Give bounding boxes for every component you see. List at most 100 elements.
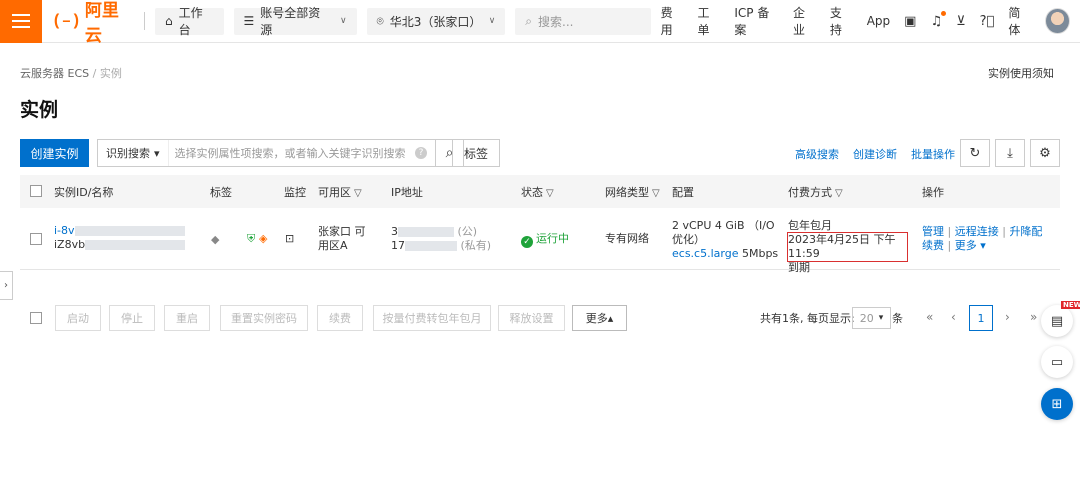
create-diagnosis-link[interactable]: 创建诊断 [853,146,897,162]
col-ip: IP地址 [391,186,423,199]
language-switch[interactable]: 简体 [1008,4,1031,38]
chevron-right-icon: › [4,280,8,291]
reset-password-button[interactable]: 重置实例密码 [220,305,308,331]
breadcrumb-ecs[interactable]: 云服务器 ECS [20,67,89,80]
resize-link[interactable]: 升降配 [1009,225,1042,238]
release-settings-button[interactable]: 释放设置 [498,305,565,331]
help-circle-icon[interactable]: ? [415,147,427,159]
terminal-icon[interactable]: ▣ [904,14,916,29]
instance-type-link[interactable]: ecs.c5.large [672,247,738,260]
caret-down-icon: ▾ [154,146,160,160]
download-button[interactable]: ⤓ [995,139,1025,167]
masked-id [74,226,185,236]
search-type-select[interactable]: 识别搜索 ▾ [98,140,169,166]
refresh-button[interactable]: ↻ [960,139,990,167]
nav-support[interactable]: 支持 [830,4,853,38]
status-badge: ✓ 运行中 [521,232,569,248]
security-center-icon[interactable]: ◈ [259,232,267,246]
status-text: 运行中 [536,232,569,245]
list-icon: ☰ [243,14,255,28]
renew-button[interactable]: 续费 [317,305,363,331]
workbench-button[interactable]: ⌂ 工作台 [154,6,224,37]
public-ip: 3 [391,225,398,238]
nav-app[interactable]: App [867,14,890,28]
stop-button[interactable]: 停止 [109,305,155,331]
convert-billing-button[interactable]: 按量付费转包年包月 [373,305,491,331]
more-actions-link[interactable]: 更多 ▾ [955,239,986,252]
tag-filter-button[interactable]: 标签 [452,139,500,167]
nav-fees[interactable]: 费用 [661,4,684,38]
page-size-select[interactable]: 20 ▾ [852,307,891,329]
private-ip: 17 [391,239,405,252]
tag-icon[interactable]: ◆ [211,233,219,247]
resource-scope-dropdown[interactable]: ☰ 账号全部资源 ∨ [233,6,357,37]
monitor-chart-icon[interactable]: ⊡ [285,232,294,246]
help-icon[interactable]: ?⃝ [980,14,995,29]
batch-operation-link[interactable]: 批量操作 [911,146,955,162]
select-all-bottom-checkbox[interactable] [30,312,42,324]
col-config: 配置 [672,186,694,199]
col-zone[interactable]: 可用区 ▽ [318,184,362,200]
cart-icon[interactable]: ⊻ [956,14,966,29]
config-spec: 2 vCPU 4 GiB （I/O优化） [672,219,775,246]
more-bulk-label: 更多 [585,312,608,325]
top-navbar: (–) 阿里云 ⌂ 工作台 ☰ 账号全部资源 ∨ ⌾ 华北3（张家口） ∨ ⌕ … [0,0,1080,46]
bell-icon[interactable]: ♫ [930,10,947,29]
config-cell: 2 vCPU 4 GiB （I/O优化） ecs.c5.large 5Mbps [672,219,782,261]
next-page-icon[interactable]: › [1005,310,1010,324]
more-bulk-button[interactable]: 更多 ▴ [572,305,627,331]
search-type-label: 识别搜索 [106,147,150,160]
masked-ip [398,227,454,237]
start-button[interactable]: 启动 [55,305,101,331]
aliyun-logo[interactable]: (–) 阿里云 [52,0,134,46]
select-all-checkbox[interactable] [30,185,42,197]
breadcrumb: 云服务器 ECS / 实例 [20,65,122,81]
region-label: 华北3（张家口） [389,14,482,29]
advanced-search-link[interactable]: 高级搜索 [795,146,839,162]
region-dropdown[interactable]: ⌾ 华北3（张家口） ∨ [366,7,506,35]
expire-suffix: 到期 [788,261,810,274]
hamburger-menu-button[interactable] [0,0,43,43]
shield-icon[interactable]: ⛨ [247,232,255,246]
manage-link[interactable]: 管理 [922,225,944,238]
prev-page-icon[interactable]: ‹ [951,310,956,324]
notification-dot [941,10,947,16]
logo-text: 阿里云 [84,1,119,46]
sidebar-expand-tab[interactable]: › [0,271,13,300]
last-page-icon[interactable]: » [1030,310,1037,324]
filter-icon: ▽ [652,188,660,199]
bulk-action-bar: 启动 停止 重启 重置实例密码 续费 按量付费转包年包月 释放设置 更多 ▴ 共有… [20,305,1060,331]
remote-connect-link[interactable]: 远程连接 [955,225,999,238]
col-status[interactable]: 状态 ▽ [521,184,554,200]
app-grid-button[interactable]: ⊞ [1041,388,1073,420]
chevron-down-icon: ∨ [339,16,347,26]
feedback-button[interactable]: ▭ [1041,346,1073,378]
row-checkbox[interactable] [30,233,42,245]
col-network-type[interactable]: 网络类型 ▽ [605,184,660,200]
nav-icp[interactable]: ICP 备案 [734,4,779,38]
table-row: i-8v iZ8vb ◆ ⛨ ◈ ⊡ 张家口 可用区A 3 (公) 17 (私有… [20,208,1060,274]
nav-enterprise[interactable]: 企业 [793,4,816,38]
nav-tickets[interactable]: 工单 [698,4,721,38]
first-page-icon[interactable]: « [926,310,933,324]
workbench-label: 工作台 [178,6,203,37]
col-monitor: 监控 [284,186,306,199]
whats-new-button[interactable]: ▤ [1041,305,1073,337]
instance-notice-link[interactable]: 实例使用须知 [988,65,1054,81]
instance-id-link[interactable]: i-8v [54,224,75,237]
restart-button[interactable]: 重启 [164,305,210,331]
book-icon: ▤ [1050,313,1064,329]
actions-cell: 管理 | 远程连接 | 升降配 续费 | 更多 ▾ [922,225,1043,252]
create-instance-button[interactable]: 创建实例 [20,139,89,167]
avatar[interactable] [1045,8,1071,34]
instance-search-input[interactable]: 选择实例属性项搜索，或者输入关键字识别搜索 [169,145,415,161]
page-number-current[interactable]: 1 [969,305,993,331]
col-billing[interactable]: 付费方式 ▽ [788,184,843,200]
renew-link[interactable]: 续费 [922,239,944,252]
settings-button[interactable]: ⚙ [1030,139,1060,167]
col-network-label: 网络类型 [605,186,649,199]
page-title: 实例 [20,99,59,121]
download-icon: ⤓ [1007,145,1013,161]
col-zone-label: 可用区 [318,186,351,199]
global-search-input[interactable]: ⌕ 搜索... [515,7,651,35]
